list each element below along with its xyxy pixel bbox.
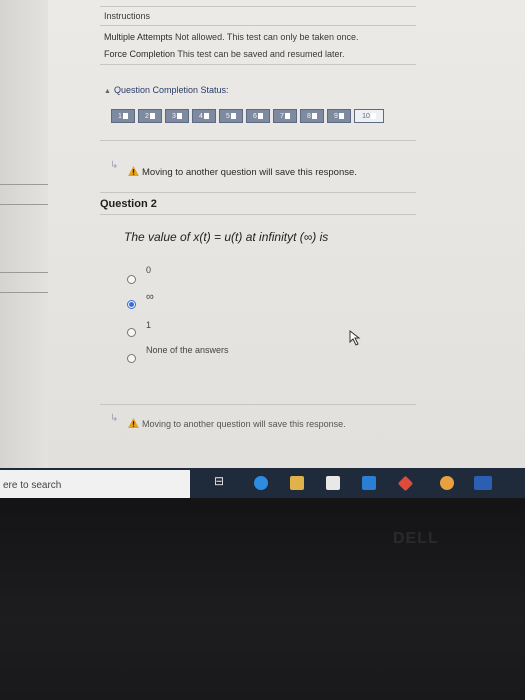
task-view-icon[interactable]: ⊟ xyxy=(214,474,228,488)
question-header: Question 2 xyxy=(100,198,157,210)
question-nav-8[interactable]: 8 xyxy=(300,109,324,123)
page-icon xyxy=(284,113,290,119)
option-radio-3[interactable] xyxy=(127,354,136,363)
divider xyxy=(100,140,416,141)
question-nav-number: 7 xyxy=(280,112,284,120)
page-icon xyxy=(338,113,344,119)
store-icon[interactable] xyxy=(326,476,340,490)
browser-screen: Instructions Multiple Attempts Not allow… xyxy=(0,0,525,468)
divider xyxy=(100,404,416,405)
question-nav-2[interactable]: 2 xyxy=(138,109,162,123)
laptop-brand-logo: DELL xyxy=(393,530,439,547)
option-label-1[interactable]: ∞ xyxy=(146,291,154,303)
page-icon xyxy=(370,113,376,119)
option-radio-0[interactable] xyxy=(127,275,136,284)
strip-divider xyxy=(0,272,48,273)
completion-status-toggle[interactable]: ▲ Question Completion Status: xyxy=(104,85,229,95)
word-icon[interactable] xyxy=(474,476,492,490)
collapse-triangle-icon: ▲ xyxy=(104,88,111,95)
page-icon xyxy=(257,113,263,119)
return-arrow-icon: ↳ xyxy=(110,413,119,424)
save-warning-top: Moving to another question will save thi… xyxy=(128,166,357,178)
question-nav-7[interactable]: 7 xyxy=(273,109,297,123)
option-radio-2[interactable] xyxy=(127,328,136,337)
strip-divider xyxy=(0,184,48,185)
question-nav-1[interactable]: 1 xyxy=(111,109,135,123)
divider xyxy=(100,25,416,26)
strip-divider xyxy=(0,204,48,205)
mouse-cursor-icon xyxy=(349,330,361,346)
save-warning-text: Moving to another question will save thi… xyxy=(142,419,346,429)
attempts-value: Not allowed. This test can only be taken… xyxy=(175,32,359,42)
page-icon xyxy=(122,113,128,119)
question-nav-6[interactable]: 6 xyxy=(246,109,270,123)
divider xyxy=(100,6,416,7)
question-nav-number: 1 xyxy=(118,112,122,120)
question-nav-9[interactable]: 9 xyxy=(327,109,351,123)
option-label-3[interactable]: None of the answers xyxy=(146,345,229,355)
question-nav-number: 9 xyxy=(334,112,338,120)
warning-icon xyxy=(128,166,139,176)
edge-browser-icon[interactable] xyxy=(254,476,268,490)
file-explorer-icon[interactable] xyxy=(290,476,304,490)
page-icon xyxy=(176,113,182,119)
warning-icon xyxy=(128,418,139,428)
strip-divider xyxy=(0,292,48,293)
left-panel-strip xyxy=(0,0,48,468)
return-arrow-icon: ↳ xyxy=(110,160,119,171)
force-completion-row: Force Completion This test can be saved … xyxy=(104,49,344,59)
question-nav-number: 4 xyxy=(199,112,203,120)
question-nav-number: 2 xyxy=(145,112,149,120)
attempts-label: Multiple Attempts xyxy=(104,32,173,42)
mail-icon[interactable] xyxy=(362,476,376,490)
question-nav-4[interactable]: 4 xyxy=(192,109,216,123)
completion-status-title: Question Completion Status: xyxy=(113,85,229,95)
question-text: The value of x(t) = u(t) at infinityt (∞… xyxy=(124,230,329,244)
save-warning-bottom: Moving to another question will save thi… xyxy=(128,418,346,429)
force-completion-value: This test can be saved and resumed later… xyxy=(177,49,345,59)
laptop-bezel xyxy=(0,498,525,700)
instructions-title: Instructions xyxy=(104,11,151,21)
option-radio-1[interactable] xyxy=(127,300,136,309)
question-navigator: 1 2 3 4 5 6 7 8 9 10 xyxy=(111,109,384,123)
question-nav-10[interactable]: 10 xyxy=(354,109,384,123)
page-icon xyxy=(149,113,155,119)
force-completion-label: Force Completion xyxy=(104,49,176,59)
taskbar-search-placeholder[interactable]: ere to search xyxy=(3,480,61,491)
page-icon xyxy=(311,113,317,119)
question-nav-5[interactable]: 5 xyxy=(219,109,243,123)
page-icon xyxy=(230,113,236,119)
divider xyxy=(100,64,416,65)
question-nav-3[interactable]: 3 xyxy=(165,109,189,123)
save-warning-text: Moving to another question will save thi… xyxy=(142,167,357,178)
question-nav-number: 6 xyxy=(253,112,257,120)
chrome-icon[interactable] xyxy=(440,476,454,490)
question-nav-number: 5 xyxy=(226,112,230,120)
option-label-2[interactable]: 1 xyxy=(146,320,151,330)
question-nav-number: 10 xyxy=(362,112,370,120)
attempts-row: Multiple Attempts Not allowed. This test… xyxy=(104,32,359,42)
question-nav-number: 8 xyxy=(307,112,311,120)
divider xyxy=(100,192,416,193)
option-label-0[interactable]: 0 xyxy=(146,265,151,275)
question-nav-number: 3 xyxy=(172,112,176,120)
page-icon xyxy=(203,113,209,119)
divider xyxy=(100,214,416,215)
